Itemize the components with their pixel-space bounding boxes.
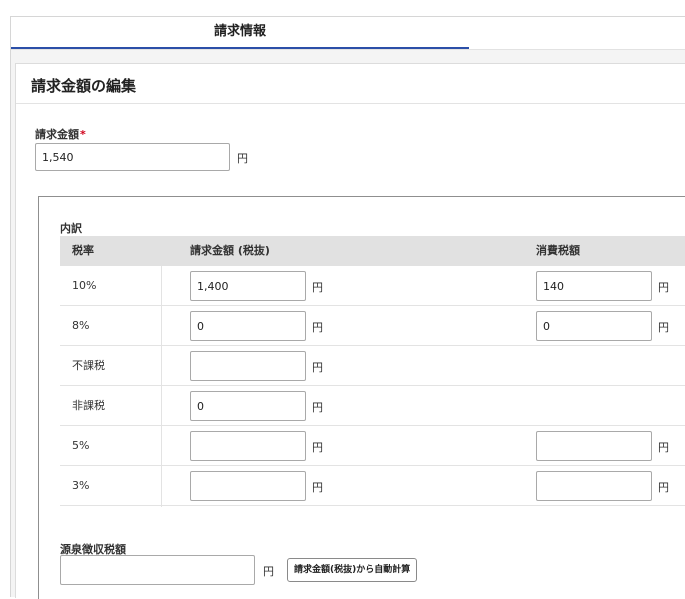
row-tax-rate: 3% [72,479,90,492]
breakdown-row: 非課税 円 [60,386,685,426]
auto-calc-button[interactable]: 請求金額(税抜)から自動計算 [287,558,418,582]
breakdown-row: 3% 円 円 [60,466,685,506]
row-amount-unit: 円 [312,401,323,414]
breakdown-section: 内訳 税率 請求金額 (税抜) 消費税額 10%円円8%円円不課税円非課税円5%… [38,196,685,599]
tab-bar: 請求情報 [11,17,685,50]
row-amount-input[interactable] [190,271,306,301]
row-tax-input[interactable] [536,431,652,461]
withholding-unit: 円 [263,565,274,578]
header-amount-ex-tax: 請求金額 (税抜) [190,244,270,257]
row-tax-unit: 円 [658,321,669,334]
withholding-input[interactable] [60,555,255,585]
main-panel: 請求情報 請求金額の編集 請求金額* 円 内訳 税率 請求金額 (税抜) 消費税… [10,16,685,599]
tab-billing-info[interactable]: 請求情報 [11,17,469,49]
row-amount-unit: 円 [312,281,323,294]
row-amount-unit: 円 [312,361,323,374]
row-tax-input[interactable] [536,311,652,341]
row-amount-unit: 円 [312,481,323,494]
row-tax-input[interactable] [536,271,652,301]
required-mark: * [80,128,86,141]
amount-input[interactable] [35,143,230,171]
row-amount-input[interactable] [190,391,306,421]
row-tax-input[interactable] [536,471,652,501]
row-tax-unit: 円 [658,281,669,294]
header-consumption-tax: 消費税額 [536,244,580,257]
breakdown-row: 不課税 円 [60,346,685,386]
card-title: 請求金額の編集 [31,77,137,95]
breakdown-label: 内訳 [60,222,82,235]
row-amount-input[interactable] [190,351,306,381]
breakdown-row: 5% 円 円 [60,426,685,466]
card-divider [16,103,685,104]
amount-unit: 円 [237,152,248,165]
amount-label-text: 請求金額 [35,128,79,141]
row-tax-rate: 非課税 [72,399,105,412]
row-amount-unit: 円 [312,321,323,334]
edit-amount-card: 請求金額の編集 請求金額* 円 内訳 税率 請求金額 (税抜) 消費税額 10%… [15,63,685,599]
row-amount-unit: 円 [312,441,323,454]
amount-label: 請求金額* [35,126,86,142]
row-tax-rate: 不課税 [72,359,105,372]
header-tax-rate: 税率 [72,244,94,257]
row-tax-unit: 円 [658,481,669,494]
breakdown-row: 10% 円 円 [60,266,685,306]
row-amount-input[interactable] [190,431,306,461]
row-tax-unit: 円 [658,441,669,454]
row-tax-rate: 5% [72,439,90,452]
breakdown-row: 8% 円 円 [60,306,685,346]
row-amount-input[interactable] [190,471,306,501]
row-tax-rate: 10% [72,279,97,292]
row-amount-input[interactable] [190,311,306,341]
breakdown-table-header: 税率 請求金額 (税抜) 消費税額 [60,236,685,266]
row-tax-rate: 8% [72,319,90,332]
